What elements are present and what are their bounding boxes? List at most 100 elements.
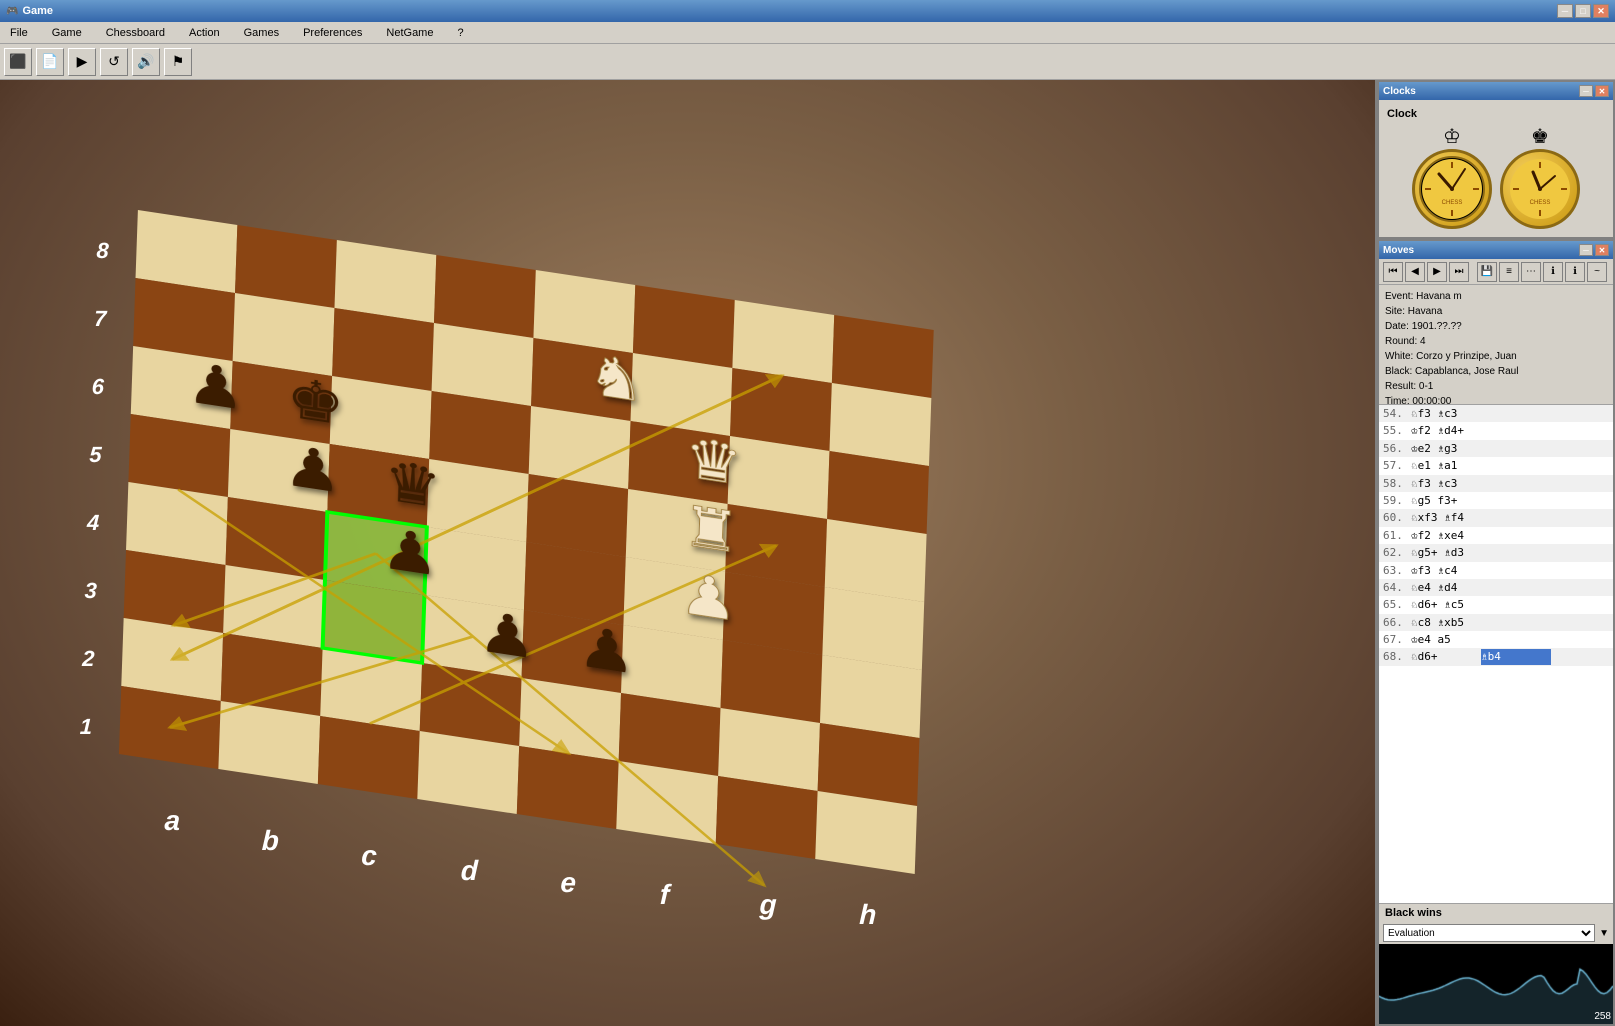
svg-text:4: 4 (86, 510, 100, 535)
svg-text:♛: ♛ (382, 449, 442, 520)
svg-text:3: 3 (84, 578, 97, 603)
black-clock-face: CHESS (1500, 149, 1580, 229)
time-label: Time: (1385, 396, 1410, 405)
menu-file[interactable]: File (4, 25, 34, 41)
result-label: Result: (1385, 381, 1416, 392)
svg-text:♛: ♛ (683, 426, 743, 497)
more-button[interactable]: ⋯ (1521, 262, 1541, 282)
table-row: 67. ♔e4 a5 (1379, 631, 1613, 648)
move-first-button[interactable]: ⏮ (1383, 262, 1403, 282)
moves-minimize-button[interactable]: ─ (1579, 244, 1593, 256)
menu-chessboard[interactable]: Chessboard (100, 25, 171, 41)
svg-text:♞: ♞ (586, 343, 646, 414)
moves-list[interactable]: 54. ♘f3 ♗c3 55. ♔f2 ♗d4+ 56. ♔e2 ♗g3 57.… (1379, 405, 1613, 903)
svg-text:h: h (859, 899, 877, 930)
svg-text:b: b (261, 825, 279, 856)
eval-dropdown-icon[interactable]: ▼ (1599, 928, 1609, 939)
black-value: Capablanca, Jose Raul (1415, 366, 1518, 377)
svg-text:6: 6 (91, 374, 105, 399)
table-row: 65. ♘d6+ ♗c5 (1379, 596, 1613, 613)
wave-button[interactable]: ~ (1587, 262, 1607, 282)
table-row: 61. ♔f2 ♗xe4 (1379, 527, 1613, 544)
moves-window-title: Moves (1383, 245, 1414, 256)
time-value: 00:00:00 (1412, 396, 1451, 405)
clock-label: Clock (1387, 108, 1605, 120)
menu-action[interactable]: Action (183, 25, 226, 41)
eval-graph: 258 (1379, 944, 1613, 1024)
maximize-button[interactable]: □ (1575, 4, 1591, 18)
menu-preferences[interactable]: Preferences (297, 25, 368, 41)
menu-game[interactable]: Game (46, 25, 88, 41)
window-controls: ─ □ ✕ (1557, 4, 1609, 18)
svg-text:g: g (758, 889, 777, 920)
black-label: Black: (1385, 366, 1412, 377)
svg-text:♜: ♜ (681, 494, 741, 565)
toolbar: ⬛ 📄 ▶ ↺ 🔊 ⚑ (0, 44, 1615, 80)
info-button[interactable]: ℹ (1543, 262, 1563, 282)
refresh-icon: ↺ (108, 53, 120, 70)
svg-text:♟: ♟ (678, 562, 738, 633)
sound-icon: 🔊 (137, 53, 154, 70)
svg-text:e: e (560, 867, 577, 898)
menu-help[interactable]: ? (451, 25, 469, 41)
svg-text:5: 5 (89, 442, 103, 467)
table-row: 63. ♔f3 ♗c4 (1379, 562, 1613, 579)
main-window-icon: 🎮 Game (6, 5, 53, 17)
main-window-title: Game (22, 5, 53, 17)
table-row: 55. ♔f2 ♗d4+ (1379, 422, 1613, 439)
notation-button[interactable]: ≡ (1499, 262, 1519, 282)
svg-text:♟: ♟ (186, 351, 246, 422)
move-next-button[interactable]: ▶ (1427, 262, 1447, 282)
table-row: 58. ♘f3 ♗c3 (1379, 475, 1613, 492)
side-panel: Clocks ─ ✕ Clock ♔ (1375, 80, 1615, 1026)
menu-netgame[interactable]: NetGame (380, 25, 439, 41)
eval-score: 258 (1594, 1011, 1611, 1022)
board-area[interactable]: ♟ ♚ ♟ ♛ ♟ ♟ ♟ ♞ ♜ ♟ ♛ 8 (0, 80, 1375, 1026)
table-row: 59. ♘g5 f3+ (1379, 492, 1613, 509)
move-prev-button[interactable]: ◀ (1405, 262, 1425, 282)
save-button[interactable]: 💾 (1477, 262, 1497, 282)
toolbar-play-button[interactable]: ▶ (68, 48, 96, 76)
toolbar-flag-button[interactable]: ⚑ (164, 48, 192, 76)
menu-games[interactable]: Games (238, 25, 285, 41)
table-row: 62. ♘g5+ ♗d3 (1379, 544, 1613, 561)
moves-title-bar: Moves ─ ✕ (1379, 241, 1613, 259)
new-icon: ⬛ (9, 53, 26, 70)
eval-select[interactable]: Evaluation (1383, 924, 1595, 942)
white-clock-container: ♔ (1412, 124, 1492, 229)
clock-window: Clocks ─ ✕ Clock ♔ (1377, 80, 1615, 239)
clock-minimize-button[interactable]: ─ (1579, 85, 1593, 97)
main-window: 🎮 Game ─ □ ✕ File Game Chessboard Action… (0, 0, 1615, 1026)
toolbar-open-button[interactable]: 📄 (36, 48, 64, 76)
chess-board-svg[interactable]: ♟ ♚ ♟ ♛ ♟ ♟ ♟ ♞ ♜ ♟ ♛ 8 (40, 130, 1040, 990)
clock-close-button[interactable]: ✕ (1595, 85, 1609, 97)
game-info: Event: Havana m Site: Havana Date: 1901.… (1379, 285, 1613, 405)
result-value: 0-1 (1419, 381, 1433, 392)
black-clock-container: ♚ (1500, 124, 1580, 229)
site-value: Havana (1408, 306, 1442, 317)
minimize-button[interactable]: ─ (1557, 4, 1573, 18)
clock-title-bar: Clocks ─ ✕ (1379, 82, 1613, 100)
info2-button[interactable]: ℹ (1565, 262, 1585, 282)
table-row: 56. ♔e2 ♗g3 (1379, 440, 1613, 457)
toolbar-new-button[interactable]: ⬛ (4, 48, 32, 76)
round-label: Round: (1385, 336, 1417, 347)
moves-close-button[interactable]: ✕ (1595, 244, 1609, 256)
moves-toolbar: ⏮ ◀ ▶ ⏭ 💾 ≡ ⋯ ℹ ℹ ~ (1379, 259, 1613, 285)
svg-text:d: d (460, 855, 479, 886)
svg-text:♟: ♟ (380, 517, 440, 588)
event-label: Event: (1385, 291, 1413, 302)
table-row: 57. ♘e1 ♗a1 (1379, 457, 1613, 474)
close-button[interactable]: ✕ (1593, 4, 1609, 18)
toolbar-sound-button[interactable]: 🔊 (132, 48, 160, 76)
black-king-piece: ♚ (1531, 124, 1549, 149)
open-icon: 📄 (41, 53, 58, 70)
play-icon: ▶ (77, 53, 88, 70)
round-value: 4 (1420, 336, 1426, 347)
content-area: ♟ ♚ ♟ ♛ ♟ ♟ ♟ ♞ ♜ ♟ ♛ 8 (0, 80, 1615, 1026)
table-row: 66. ♘c8 ♗xb5 (1379, 614, 1613, 631)
toolbar-refresh-button[interactable]: ↺ (100, 48, 128, 76)
flag-icon: ⚑ (172, 53, 185, 70)
moves-window: Moves ─ ✕ ⏮ ◀ ▶ ⏭ 💾 ≡ ⋯ ℹ (1377, 239, 1615, 1026)
move-last-button[interactable]: ⏭ (1449, 262, 1469, 282)
